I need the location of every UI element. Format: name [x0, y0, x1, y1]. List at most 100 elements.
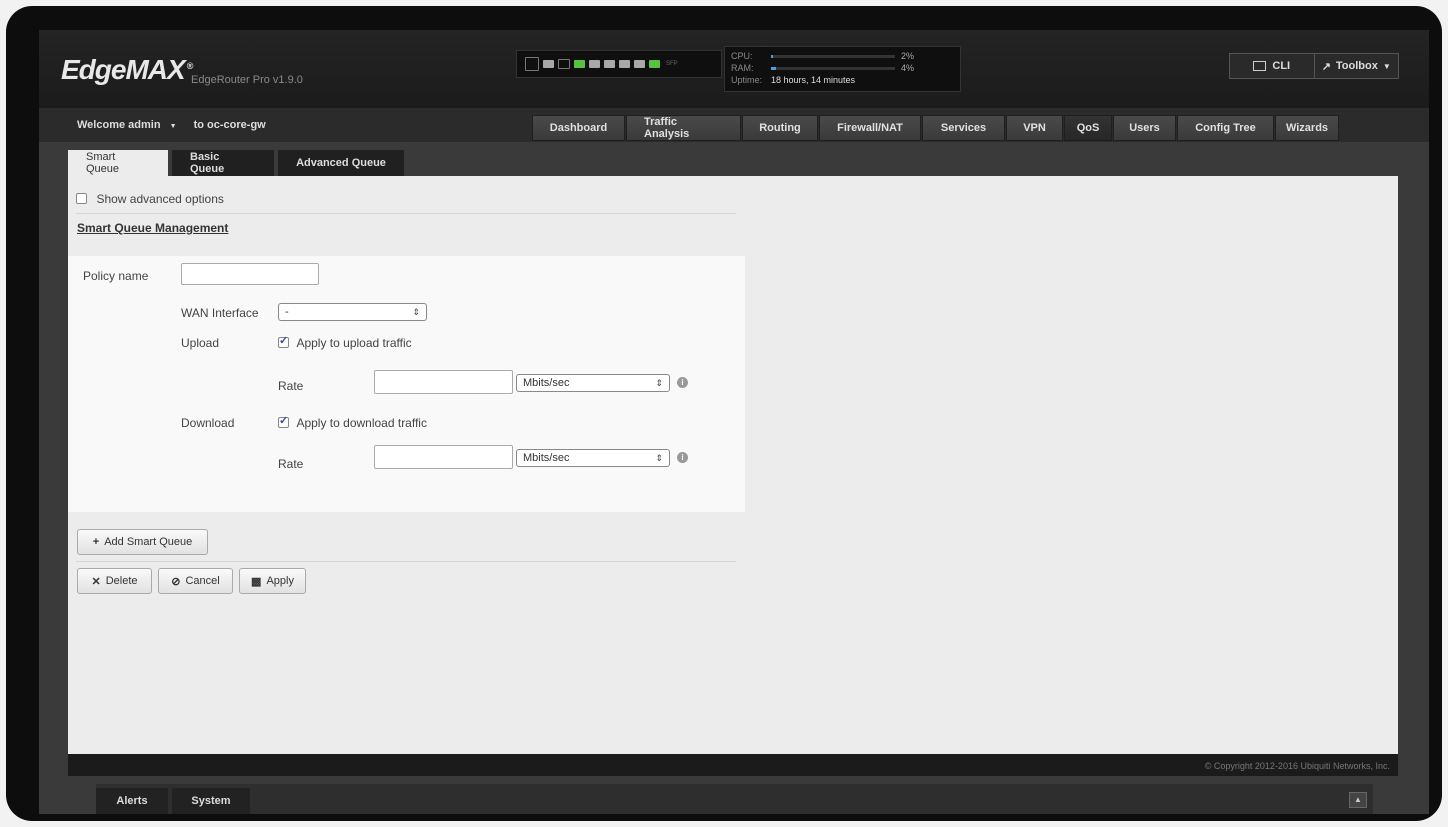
- divider: [76, 213, 736, 214]
- port-icon: [589, 60, 600, 68]
- edgemax-logo: EdgeMAX ®: [61, 54, 194, 86]
- download-apply-option[interactable]: Apply to download traffic: [278, 414, 427, 432]
- user-menu[interactable]: Welcome admin ▼ to oc-core-gw: [77, 119, 266, 131]
- chevron-down-icon: ▼: [1382, 61, 1391, 71]
- cli-label: CLI: [1272, 60, 1291, 72]
- port-icon: [604, 60, 615, 68]
- sfp-label: SFP: [666, 61, 678, 67]
- upload-apply-checkbox[interactable]: [278, 334, 289, 349]
- smart-queue-panel: Show advanced options Smart Queue Manage…: [68, 176, 1398, 754]
- footer: © Copyright 2012-2016 Ubiquiti Networks,…: [68, 754, 1398, 776]
- chevron-down-icon: ▼: [169, 123, 177, 130]
- download-apply-checkbox[interactable]: [278, 414, 289, 429]
- toolbox-button[interactable]: ↗ Toolbox ▼: [1314, 54, 1398, 78]
- select-arrows-icon: ⇕: [655, 453, 663, 463]
- wrench-icon: ↗: [1321, 60, 1331, 73]
- port-status-panel: SFP: [516, 50, 722, 78]
- tab-traffic-analysis[interactable]: Traffic Analysis: [626, 115, 741, 141]
- delete-label: Delete: [105, 575, 138, 587]
- ban-icon: ⊘: [171, 575, 181, 588]
- info-icon[interactable]: i: [677, 452, 688, 463]
- tab-firewall-nat[interactable]: Firewall/NAT: [819, 115, 921, 141]
- policy-form: Policy name WAN Interface - ⇕ Upload App…: [68, 256, 745, 512]
- toolbox-label: Toolbox: [1335, 60, 1378, 72]
- add-smart-queue-button[interactable]: + Add Smart Queue: [77, 529, 208, 555]
- divider: [76, 561, 736, 562]
- expand-panel-button[interactable]: ▲: [1349, 792, 1367, 808]
- port-icon: [619, 60, 630, 68]
- plus-icon: +: [92, 536, 100, 548]
- copyright-text: © Copyright 2012-2016 Ubiquiti Networks,…: [1204, 761, 1390, 771]
- cancel-label: Cancel: [185, 575, 220, 587]
- upload-apply-label: Apply to upload traffic: [296, 336, 412, 350]
- tab-routing[interactable]: Routing: [742, 115, 818, 141]
- delete-button[interactable]: ✕ Delete: [77, 568, 152, 594]
- nav-bar: Welcome admin ▼ to oc-core-gw Dashboard …: [39, 108, 1429, 142]
- select-arrows-icon: ⇕: [412, 307, 420, 317]
- main-nav: Dashboard Traffic Analysis Routing Firew…: [532, 115, 1339, 141]
- subtab-basic-queue[interactable]: Basic Queue: [172, 150, 274, 176]
- info-icon[interactable]: i: [677, 377, 688, 388]
- close-icon: ✕: [91, 575, 101, 588]
- device-frame: EdgeMAX ® EdgeRouter Pro v1.9.0 SFP CPU: …: [6, 6, 1442, 821]
- console-port-icon: [525, 57, 539, 71]
- show-advanced-label: Show advanced options: [96, 192, 224, 206]
- cpu-bar: [771, 54, 895, 58]
- wan-interface-value: -: [285, 306, 289, 318]
- download-rate-input[interactable]: [374, 445, 513, 469]
- apply-label: Apply: [266, 575, 294, 587]
- tool-buttons: CLI ↗ Toolbox ▼: [1229, 53, 1399, 79]
- download-unit-select[interactable]: Mbits/sec ⇕: [516, 449, 670, 467]
- add-smart-queue-label: Add Smart Queue: [104, 536, 193, 548]
- cpu-label: CPU:: [731, 51, 753, 61]
- uptime-value: 18 hours, 14 minutes: [771, 75, 856, 85]
- show-advanced-option[interactable]: Show advanced options: [76, 190, 224, 208]
- download-apply-label: Apply to download traffic: [296, 416, 427, 430]
- tab-users[interactable]: Users: [1113, 115, 1176, 141]
- subtab-smart-queue[interactable]: Smart Queue: [68, 150, 168, 176]
- host-name: to oc-core-gw: [193, 119, 266, 131]
- cancel-button[interactable]: ⊘ Cancel: [158, 568, 233, 594]
- model-version: EdgeRouter Pro v1.9.0: [191, 74, 303, 86]
- wan-interface-select[interactable]: - ⇕: [278, 303, 427, 321]
- select-arrows-icon: ⇕: [655, 378, 663, 388]
- chevron-up-icon: ▲: [1354, 795, 1362, 804]
- upload-apply-option[interactable]: Apply to upload traffic: [278, 334, 412, 352]
- policy-name-label: Policy name: [83, 269, 149, 283]
- save-icon: ▩: [251, 575, 262, 588]
- port-icon: [558, 59, 570, 69]
- tab-system[interactable]: System: [172, 788, 250, 814]
- tab-qos[interactable]: QoS: [1064, 115, 1112, 141]
- wan-interface-label: WAN Interface: [181, 306, 259, 320]
- header: EdgeMAX ® EdgeRouter Pro v1.9.0 SFP CPU: …: [39, 30, 1429, 109]
- port-active-icon: [649, 60, 660, 68]
- terminal-icon: [1253, 61, 1267, 71]
- logo-mark: ®: [186, 60, 194, 71]
- port-icon: [543, 60, 554, 68]
- port-active-icon: [574, 60, 585, 68]
- policy-name-input[interactable]: [181, 263, 319, 285]
- port-icon: [634, 60, 645, 68]
- tab-dashboard[interactable]: Dashboard: [532, 115, 625, 141]
- tab-wizards[interactable]: Wizards: [1275, 115, 1339, 141]
- tab-config-tree[interactable]: Config Tree: [1177, 115, 1274, 141]
- tab-vpn[interactable]: VPN: [1006, 115, 1063, 141]
- subtab-advanced-queue[interactable]: Advanced Queue: [278, 150, 404, 176]
- tab-alerts[interactable]: Alerts: [96, 788, 168, 814]
- show-advanced-checkbox[interactable]: [76, 193, 87, 205]
- upload-rate-input[interactable]: [374, 370, 513, 394]
- ram-bar: [771, 66, 895, 70]
- ram-value: 4%: [901, 63, 915, 73]
- welcome-text: Welcome admin: [77, 119, 161, 131]
- tab-services[interactable]: Services: [922, 115, 1005, 141]
- system-stats: CPU: 2% RAM: 4% Uptime: 18 hours, 14 min…: [724, 46, 961, 92]
- download-rate-label: Rate: [278, 457, 304, 471]
- cpu-value: 2%: [901, 51, 915, 61]
- app-window: EdgeMAX ® EdgeRouter Pro v1.9.0 SFP CPU: …: [39, 30, 1429, 814]
- ram-label: RAM:: [731, 63, 754, 73]
- upload-label: Upload: [181, 336, 220, 350]
- bottom-panel-bar: Alerts System ▲: [96, 784, 1373, 814]
- cli-button[interactable]: CLI: [1230, 54, 1315, 78]
- apply-button[interactable]: ▩ Apply: [239, 568, 306, 594]
- upload-unit-select[interactable]: Mbits/sec ⇕: [516, 374, 670, 392]
